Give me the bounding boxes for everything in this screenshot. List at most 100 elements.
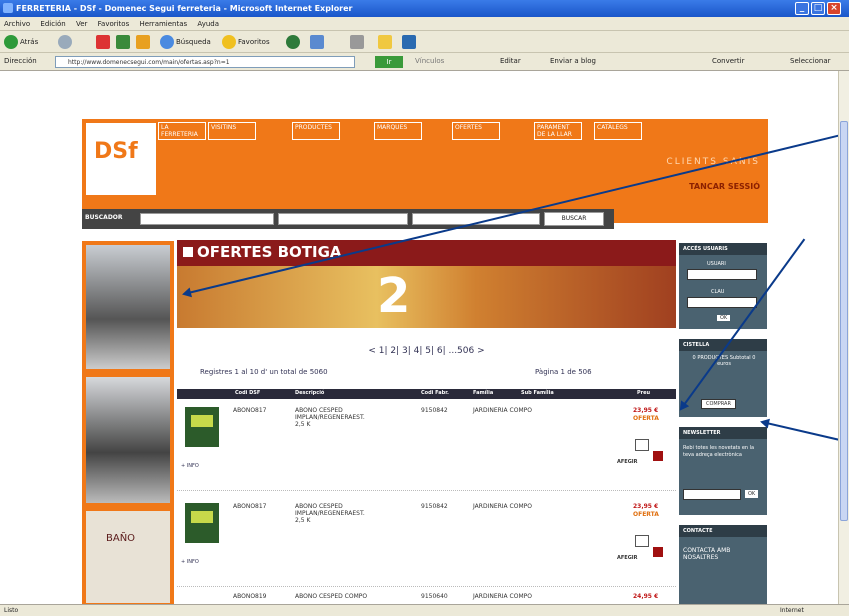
nav-marques[interactable]: MARQUES xyxy=(374,122,422,140)
window-title: FERRETERIA - DSf - Domenec Segui ferrete… xyxy=(16,4,353,13)
product-code: ABONO819 xyxy=(233,593,267,600)
password-input[interactable] xyxy=(687,297,757,308)
window-title-bar: FERRETERIA - DSf - Domenec Segui ferrete… xyxy=(0,0,849,17)
product-code: ABONO817 xyxy=(233,407,267,414)
menu-edicion[interactable]: Edición xyxy=(40,20,65,28)
product-desc[interactable]: ABONO CESPED COMPO xyxy=(295,593,367,600)
forward-icon xyxy=(58,35,72,49)
url-input[interactable]: http://www.domenecsegui.com/main/ofertas… xyxy=(55,56,355,68)
messenger-button[interactable] xyxy=(402,34,418,50)
menu-archivo[interactable]: Archivo xyxy=(4,20,30,28)
search-button[interactable]: Búsqueda xyxy=(160,34,211,50)
search-input-1[interactable] xyxy=(140,213,274,225)
more-info-link[interactable]: + INFO xyxy=(181,463,199,469)
promo-photo-1[interactable] xyxy=(86,245,170,369)
nav-catalegs[interactable]: CATÀLEGS xyxy=(594,122,642,140)
search-label: BUSCADOR xyxy=(85,214,123,221)
pass-label: CLAU xyxy=(711,289,725,295)
refresh-button[interactable] xyxy=(116,34,132,50)
vertical-scrollbar[interactable] xyxy=(838,71,849,604)
login-panel: ACCÉS USUARIS USUARI CLAU OK xyxy=(679,243,767,329)
login-ok-button[interactable]: OK xyxy=(717,315,731,321)
links-label[interactable]: Vínculos xyxy=(415,57,444,65)
col-fabr: Codi Fabr. xyxy=(421,390,449,396)
user-input[interactable] xyxy=(687,269,757,280)
cart-summary: 0 PRODUCTES Subtotal 0 euros xyxy=(692,355,756,367)
col-preu: Preu xyxy=(637,390,651,396)
records-info: Registres 1 al 10 d' un total de 5060 xyxy=(200,368,328,376)
star-icon xyxy=(222,35,236,49)
col-familia: Família xyxy=(473,390,494,396)
web-content: DSf LA FERRETERIA VISITINS PRODUCTES MAR… xyxy=(0,71,838,604)
select-button[interactable]: Seleccionar xyxy=(790,57,831,65)
forward-button[interactable] xyxy=(58,34,74,50)
logout-link[interactable]: TANCAR SESSIÓ xyxy=(689,182,760,191)
search-input-2[interactable] xyxy=(278,213,408,225)
product-code: ABONO817 xyxy=(233,503,267,510)
col-subfamilia: Sub Família xyxy=(521,390,554,396)
product-fabr: 9150842 xyxy=(421,407,448,414)
promo-photo-2[interactable] xyxy=(86,377,170,503)
stop-button[interactable] xyxy=(96,34,112,50)
menu-herramientas[interactable]: Herramientas xyxy=(139,20,187,28)
site-logo[interactable]: DSf xyxy=(86,123,156,195)
scrollbar-thumb[interactable] xyxy=(840,121,848,521)
zone-text: Internet xyxy=(780,607,804,614)
menu-ver[interactable]: Ver xyxy=(76,20,87,28)
address-label: Dirección xyxy=(4,57,37,65)
product-fabr: 9150842 xyxy=(421,503,448,510)
nav-visitins[interactable]: VISITINS xyxy=(208,122,256,140)
cart-icon[interactable] xyxy=(653,451,663,461)
contact-title: CONTACTE xyxy=(679,525,767,537)
nav-parament[interactable]: PARAMENT DE LA LLAR xyxy=(534,122,582,140)
more-info-link[interactable]: + INFO xyxy=(181,559,199,565)
close-button[interactable]: × xyxy=(827,2,841,15)
login-title: ACCÉS USUARIS xyxy=(679,243,767,255)
quantity-input[interactable] xyxy=(635,439,649,451)
col-codi: Codi DSF xyxy=(235,390,261,396)
menu-ayuda[interactable]: Ayuda xyxy=(197,20,219,28)
menu-favoritos[interactable]: Favoritos xyxy=(98,20,130,28)
product-image[interactable] xyxy=(185,407,219,447)
stop-icon xyxy=(96,35,110,49)
status-bar: Listo Internet xyxy=(0,604,849,616)
contact-link[interactable]: CONTACTA AMB NOSALTRES xyxy=(683,547,761,561)
history-button[interactable] xyxy=(286,34,302,50)
col-descripcio: Descripció xyxy=(295,390,325,396)
favorites-button[interactable]: Favoritos xyxy=(222,34,270,50)
back-button[interactable]: Atrás xyxy=(4,34,38,50)
pagination[interactable]: < 1| 2| 3| 4| 5| 6| ...506 > xyxy=(177,346,676,360)
minimize-button[interactable]: _ xyxy=(795,2,809,15)
add-to-cart-button[interactable]: AFEGIR xyxy=(617,459,638,465)
newsletter-ok-button[interactable]: OK xyxy=(745,490,759,498)
folder-button[interactable] xyxy=(378,34,394,50)
maximize-button[interactable]: □ xyxy=(811,2,825,15)
search-button[interactable]: BUSCAR xyxy=(544,212,604,226)
add-to-cart-button[interactable]: AFEGIR xyxy=(617,555,638,561)
nav-ferreteria[interactable]: LA FERRETERIA xyxy=(158,122,206,140)
home-icon xyxy=(136,35,150,49)
user-label: USUARI xyxy=(707,261,726,267)
blog-button[interactable]: Enviar a blog xyxy=(550,57,596,65)
right-sidebar: ACCÉS USUARIS USUARI CLAU OK CISTELLA 0 … xyxy=(679,243,767,604)
nav-productes[interactable]: PRODUCTES xyxy=(292,122,340,140)
quantity-input[interactable] xyxy=(635,535,649,547)
contact-panel: CONTACTE CONTACTA AMB NOSALTRES xyxy=(679,525,767,604)
promo-photo-3[interactable]: BAÑO xyxy=(86,511,170,603)
nav-ofertes[interactable]: OFERTES xyxy=(452,122,500,140)
newsletter-email-input[interactable] xyxy=(683,489,741,500)
buy-button[interactable]: COMPRAR xyxy=(701,399,736,409)
edit-button[interactable]: Editar xyxy=(500,57,521,65)
home-button[interactable] xyxy=(136,34,152,50)
print-button[interactable] xyxy=(350,34,366,50)
cart-icon[interactable] xyxy=(653,547,663,557)
product-image[interactable] xyxy=(185,503,219,543)
convert-button[interactable]: Convertir xyxy=(712,57,745,65)
banner-number: 2 xyxy=(377,268,411,324)
product-desc[interactable]: ABONO CESPED IMPLAN/REGENERAEST. 2,5 K xyxy=(295,503,375,524)
go-button[interactable]: Ir xyxy=(375,56,403,68)
offers-banner: OFERTES BOTIGA 2 xyxy=(177,240,676,328)
product-desc[interactable]: ABONO CESPED IMPLAN/REGENERAEST. 2,5 K xyxy=(295,407,375,428)
mail-button[interactable] xyxy=(310,34,326,50)
address-bar: Dirección http://www.domenecsegui.com/ma… xyxy=(0,53,849,71)
